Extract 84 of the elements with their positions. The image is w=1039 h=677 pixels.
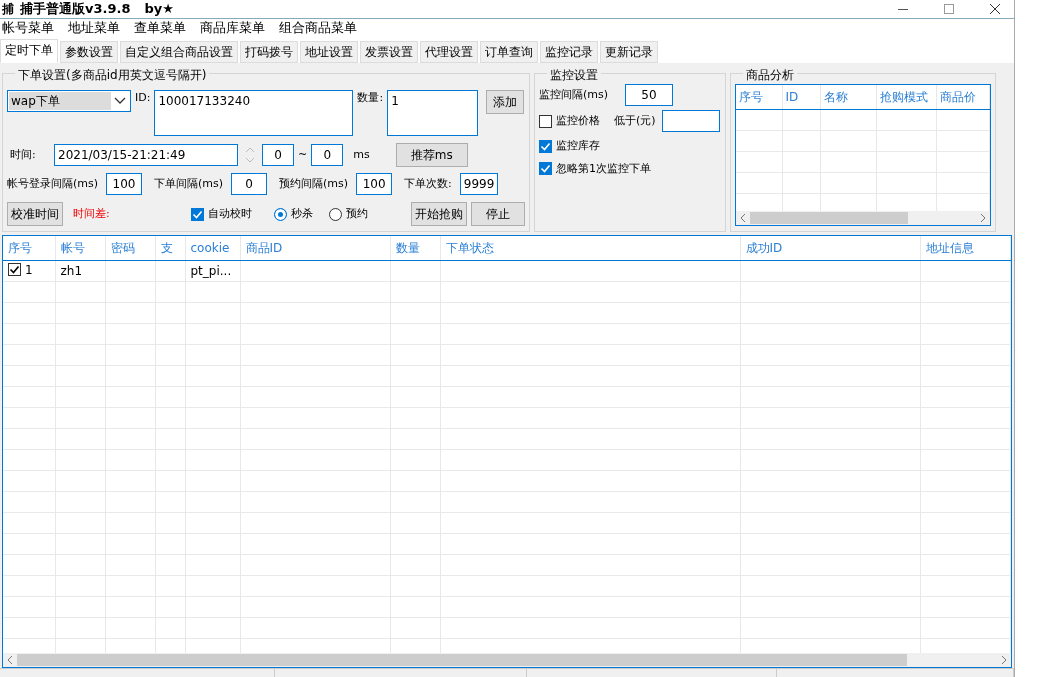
id-label: ID: — [135, 90, 151, 106]
tab[interactable]: 地址设置 — [300, 41, 358, 63]
column-header[interactable]: 密码 — [105, 236, 155, 260]
column-header[interactable]: cookie — [185, 236, 240, 260]
ms-to-input[interactable]: 0 — [311, 144, 344, 166]
menu-item[interactable]: 帐号菜单 — [2, 19, 54, 38]
column-header[interactable]: 数量 — [390, 236, 440, 260]
group-legend: 商品分析 — [743, 66, 797, 84]
auto-sync-checkbox[interactable]: 自动校时 — [191, 205, 252, 223]
column-header[interactable]: 下单状态 — [440, 236, 740, 260]
interval-input[interactable]: 9999 — [459, 173, 498, 195]
group-legend: 下单设置(多商品id用英文逗号隔开) — [15, 66, 210, 84]
scrollbar-thumb[interactable] — [750, 212, 908, 224]
chevron-icon — [114, 97, 126, 105]
tab[interactable]: 更新记录 — [600, 41, 658, 63]
tilde-text: ~ — [298, 146, 308, 163]
time-input[interactable]: 2021/03/15-21:21:49 — [54, 144, 238, 166]
recommend-ms-button[interactable]: 推荐ms — [395, 143, 468, 167]
ms-from-input[interactable]: 0 — [262, 144, 294, 166]
column-header[interactable]: 成功ID — [740, 236, 920, 260]
app-icon: 捕 — [2, 0, 14, 18]
group-legend: 监控设置 — [547, 66, 601, 84]
tab[interactable]: 参数设置 — [60, 41, 118, 63]
window-author: by★ — [144, 0, 174, 19]
interval-label: 下单间隔(ms) — [154, 175, 224, 192]
tab[interactable]: 打码拨号 — [240, 41, 298, 63]
tab[interactable]: 发票设置 — [360, 41, 418, 63]
mode-radio[interactable]: 预约 — [329, 205, 368, 223]
table-cell: zh1 — [60, 263, 83, 278]
tab[interactable]: 代理设置 — [420, 41, 478, 63]
column-header[interactable]: 支 — [155, 236, 185, 260]
table-cell-text: 1 — [25, 261, 33, 279]
menu-item[interactable]: 商品库菜单 — [200, 19, 265, 38]
window-title: 捕手普通版v3.9.8 — [20, 0, 131, 19]
tab[interactable]: 自定义组合商品设置 — [120, 41, 238, 63]
scroll-left-icon[interactable] — [740, 214, 746, 222]
start-button[interactable]: 开始抢购 — [411, 202, 467, 226]
ms-unit: ms — [353, 146, 370, 163]
tab[interactable]: 定时下单 — [0, 39, 58, 63]
monitor-checkbox[interactable]: 忽略第1次监控下单 — [539, 160, 651, 177]
interval-input[interactable]: 100 — [356, 173, 393, 195]
scroll-right-icon[interactable] — [1001, 656, 1007, 664]
column-header[interactable]: ID — [782, 85, 820, 109]
id-input[interactable]: 100017133240 — [154, 90, 354, 136]
monitor-interval-label: 监控间隔(ms) — [539, 86, 610, 103]
column-header[interactable]: 名称 — [820, 85, 876, 109]
interval-input[interactable]: 100 — [106, 173, 143, 195]
interval-label: 帐号登录间隔(ms) — [7, 175, 99, 192]
monitor-checkbox[interactable]: 监控库存 — [539, 138, 600, 155]
mode-dropdown[interactable]: wap下单 — [7, 90, 131, 112]
column-header[interactable]: 序号 — [3, 236, 55, 260]
monitor-interval-input[interactable]: 50 — [625, 84, 673, 106]
interval-input[interactable]: 0 — [231, 173, 268, 195]
quantity-input[interactable]: 1 — [387, 90, 479, 136]
interval-label: 预约间隔(ms) — [279, 175, 349, 192]
column-header[interactable]: 商品价 — [936, 85, 990, 109]
time-label: 时间: — [10, 146, 37, 163]
below-price-label: 低于(元) — [614, 112, 656, 129]
mode-radio[interactable]: 秒杀 — [274, 205, 313, 223]
add-button[interactable]: 添加 — [486, 90, 525, 114]
column-header[interactable]: 序号 — [736, 85, 782, 109]
column-header[interactable]: 商品ID — [240, 236, 390, 260]
menu-item[interactable]: 组合商品菜单 — [279, 19, 357, 38]
interval-label: 下单次数: — [404, 175, 452, 192]
monitor-checkbox[interactable]: 监控价格 — [539, 112, 600, 130]
table-cell: pt_pi... — [190, 263, 232, 278]
scrollbar-thumb[interactable] — [17, 654, 907, 666]
tab[interactable]: 订单查询 — [480, 41, 538, 63]
tab[interactable]: 监控记录 — [540, 41, 598, 63]
column-header[interactable]: 地址信息 — [920, 236, 1011, 260]
below-price-input[interactable] — [661, 110, 720, 132]
scroll-left-icon[interactable] — [7, 656, 13, 664]
calibrate-time-button[interactable]: 校准时间 — [7, 202, 63, 226]
scroll-right-icon[interactable] — [980, 214, 986, 222]
close-icon[interactable] — [990, 4, 1000, 14]
menu-item[interactable]: 地址菜单 — [68, 19, 120, 38]
quantity-label: 数量: — [357, 90, 384, 106]
maximize-icon[interactable] — [944, 4, 954, 14]
menu-item[interactable]: 查单菜单 — [134, 19, 186, 38]
row-checkbox[interactable]: 1 — [8, 260, 33, 279]
stop-button[interactable]: 停止 — [471, 202, 525, 226]
column-header[interactable]: 帐号 — [55, 236, 105, 260]
column-header[interactable]: 抢购模式 — [876, 85, 936, 109]
time-diff-label: 时间差: — [73, 205, 111, 222]
